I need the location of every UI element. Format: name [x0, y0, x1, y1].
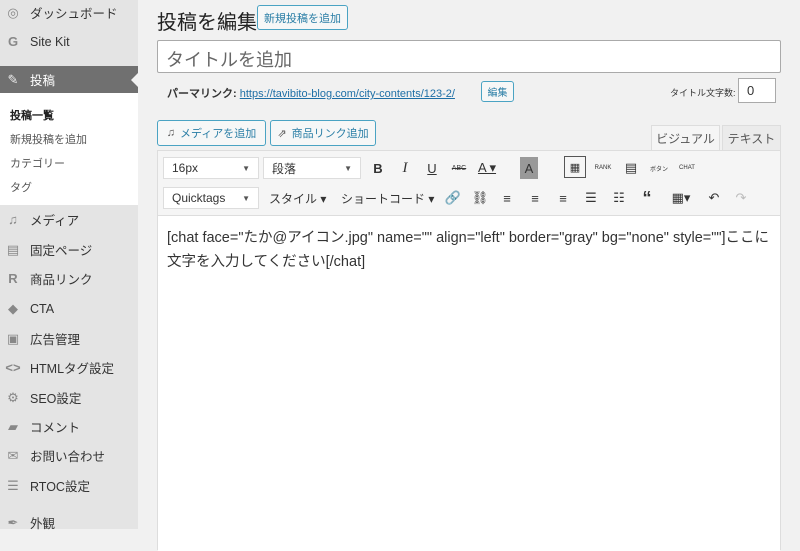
sidebar-item-label: 投稿 [30, 74, 56, 88]
sidebar-item-8[interactable]: <> HTMLタグ設定 [0, 353, 138, 382]
comment-icon: ▰ [8, 418, 18, 434]
editor: 16px ▼ 段落 ▼ B I U ABC A ▾ A ▦ RANK ▤ ボタン C… [157, 150, 781, 551]
sidebar-item-10[interactable]: ▰ コメント [0, 412, 138, 441]
strikethrough-icon[interactable]: ABC [448, 157, 470, 179]
sidebar-item-label: SEO設定 [30, 392, 82, 406]
shortcode-dropdown[interactable]: ショートコード ▾ [341, 190, 434, 207]
add-product-link-button[interactable]: ⇗ 商品リンク追加 [270, 120, 376, 146]
bold-icon[interactable]: B [367, 157, 389, 179]
numbered-list-icon[interactable]: ☷ [608, 187, 630, 209]
format-select[interactable]: 段落 ▼ [263, 157, 361, 179]
align-center-icon[interactable]: ≡ [524, 187, 546, 209]
sidebar-item-label: コメント [30, 421, 81, 435]
text-color-icon[interactable]: A ▾ [476, 157, 498, 179]
pages-icon: ▤ [6, 241, 20, 257]
permalink-label: パーマリンク: [167, 88, 237, 100]
cta-icon: ◆ [8, 300, 18, 316]
permalink-row: パーマリンク: https://tavibito-blog.com/city-c… [167, 85, 455, 101]
google-icon: G [7, 34, 19, 49]
align-left-icon[interactable]: ≡ [496, 187, 518, 209]
table-icon[interactable]: ▤ [620, 157, 642, 179]
sidebar-item-label: Site Kit [30, 34, 70, 49]
appearance-icon: ✒ [7, 514, 19, 530]
title-input[interactable]: タイトルを追加 [157, 40, 781, 73]
submenu-categories[interactable]: カテゴリー [10, 155, 65, 171]
insert-table-icon[interactable]: ▦▾ [666, 187, 696, 209]
sidebar-item-label: お問い合わせ [30, 450, 106, 464]
sidebar-item-1[interactable]: G Site Kit [0, 27, 138, 56]
box-icon[interactable]: ▦ [564, 156, 586, 178]
sidebar-item-13[interactable]: ✒ 外観 [0, 508, 138, 537]
style-dropdown[interactable]: スタイル ▾ [269, 190, 326, 207]
list-icon: ☰ [7, 477, 19, 493]
link-icon[interactable]: 🔗 [442, 187, 464, 209]
submenu-add-new[interactable]: 新規投稿を追加 [10, 131, 87, 147]
sidebar-item-label: 商品リンク [30, 273, 93, 287]
submenu-tags[interactable]: タグ [10, 179, 32, 195]
add-product-link-label: 商品リンク追加 [291, 128, 369, 140]
sidebar-item-label: 固定ページ [30, 244, 93, 258]
sidebar-item-3[interactable]: ♫ メディア [0, 205, 138, 234]
add-media-button[interactable]: ♫ メディアを追加 [157, 120, 266, 146]
sidebar-item-6[interactable]: ◆ CTA [0, 294, 138, 323]
rank-icon[interactable]: RANK [592, 157, 614, 179]
italic-icon[interactable]: I [394, 157, 416, 179]
admin-sidebar: 投稿一覧 新規投稿を追加 カテゴリー タグ ◎ ダッシュボード G Site Kit ✎… [0, 0, 138, 531]
sidebar-item-11[interactable]: ✉ お問い合わせ [0, 441, 138, 470]
title-char-count-label: タイトル文字数: [670, 88, 736, 98]
sidebar-item-0[interactable]: ◎ ダッシュボード [0, 0, 138, 27]
undo-icon[interactable]: ↶ [703, 187, 725, 209]
sidebar-item-2[interactable]: ✎ 投稿 [0, 66, 138, 93]
posts-icon: ✎ [7, 71, 19, 87]
sidebar-item-7[interactable]: ▣ 広告管理 [0, 324, 138, 353]
ads-icon: ▣ [6, 330, 20, 346]
sidebar-item-label: 外観 [30, 517, 56, 531]
add-media-label: メディアを追加 [180, 128, 257, 140]
sidebar-item-label: RTOC設定 [30, 480, 90, 494]
product-link-icon: R [8, 271, 18, 286]
underline-icon[interactable]: U [421, 157, 443, 179]
sidebar-item-label: メディア [30, 214, 80, 228]
share-icon: ⇗ [277, 127, 287, 140]
sidebar-item-label: ダッシュボード [30, 7, 118, 21]
code-icon: <> [5, 360, 21, 375]
sidebar-item-label: HTMLタグ設定 [30, 362, 115, 376]
bullet-list-icon[interactable]: ☰ [580, 187, 602, 209]
tab-visual[interactable]: ビジュアル [651, 125, 720, 151]
sidebar-item-9[interactable]: ⚙ SEO設定 [0, 383, 138, 412]
background-color-icon[interactable]: A [520, 157, 538, 179]
blockquote-icon[interactable]: “ [636, 187, 658, 209]
editor-content[interactable]: [chat face="たか@アイコン.jpg" name="" align="… [158, 215, 780, 551]
permalink-edit-button[interactable]: 編集 [481, 81, 514, 102]
quicktags-select[interactable]: Quicktags ▼ [163, 187, 259, 209]
font-size-select[interactable]: 16px ▼ [163, 157, 259, 179]
media-icon: ♫ [8, 212, 18, 227]
dashboard-icon: ◎ [7, 4, 19, 20]
submenu-all-posts[interactable]: 投稿一覧 [10, 107, 54, 123]
redo-icon[interactable]: ↷ [730, 187, 752, 209]
sidebar-item-label: 広告管理 [30, 333, 81, 347]
add-new-post-button[interactable]: 新規投稿を追加 [257, 5, 348, 30]
sidebar-item-5[interactable]: R 商品リンク [0, 264, 138, 293]
media-icon: ♫ [166, 127, 175, 139]
tab-text[interactable]: テキスト [722, 125, 781, 151]
gear-icon: ⚙ [7, 389, 19, 405]
mail-icon: ✉ [7, 447, 19, 463]
sidebar-item-label: CTA [30, 301, 55, 316]
sidebar-item-4[interactable]: ▤ 固定ページ [0, 235, 138, 264]
button-set-icon[interactable]: ボタン [648, 157, 670, 179]
permalink-link[interactable]: https://tavibito-blog.com/city-contents/… [240, 88, 455, 100]
title-char-count: 0 [738, 78, 776, 103]
unlink-icon[interactable]: ⛓ [469, 187, 491, 209]
align-right-icon[interactable]: ≡ [552, 187, 574, 209]
chat-icon[interactable]: CHAT [676, 157, 698, 179]
sidebar-item-12[interactable]: ☰ RTOC設定 [0, 471, 138, 500]
posts-submenu: 投稿一覧 新規投稿を追加 カテゴリー タグ [0, 93, 138, 205]
page-title: 投稿を編集 [157, 12, 257, 34]
